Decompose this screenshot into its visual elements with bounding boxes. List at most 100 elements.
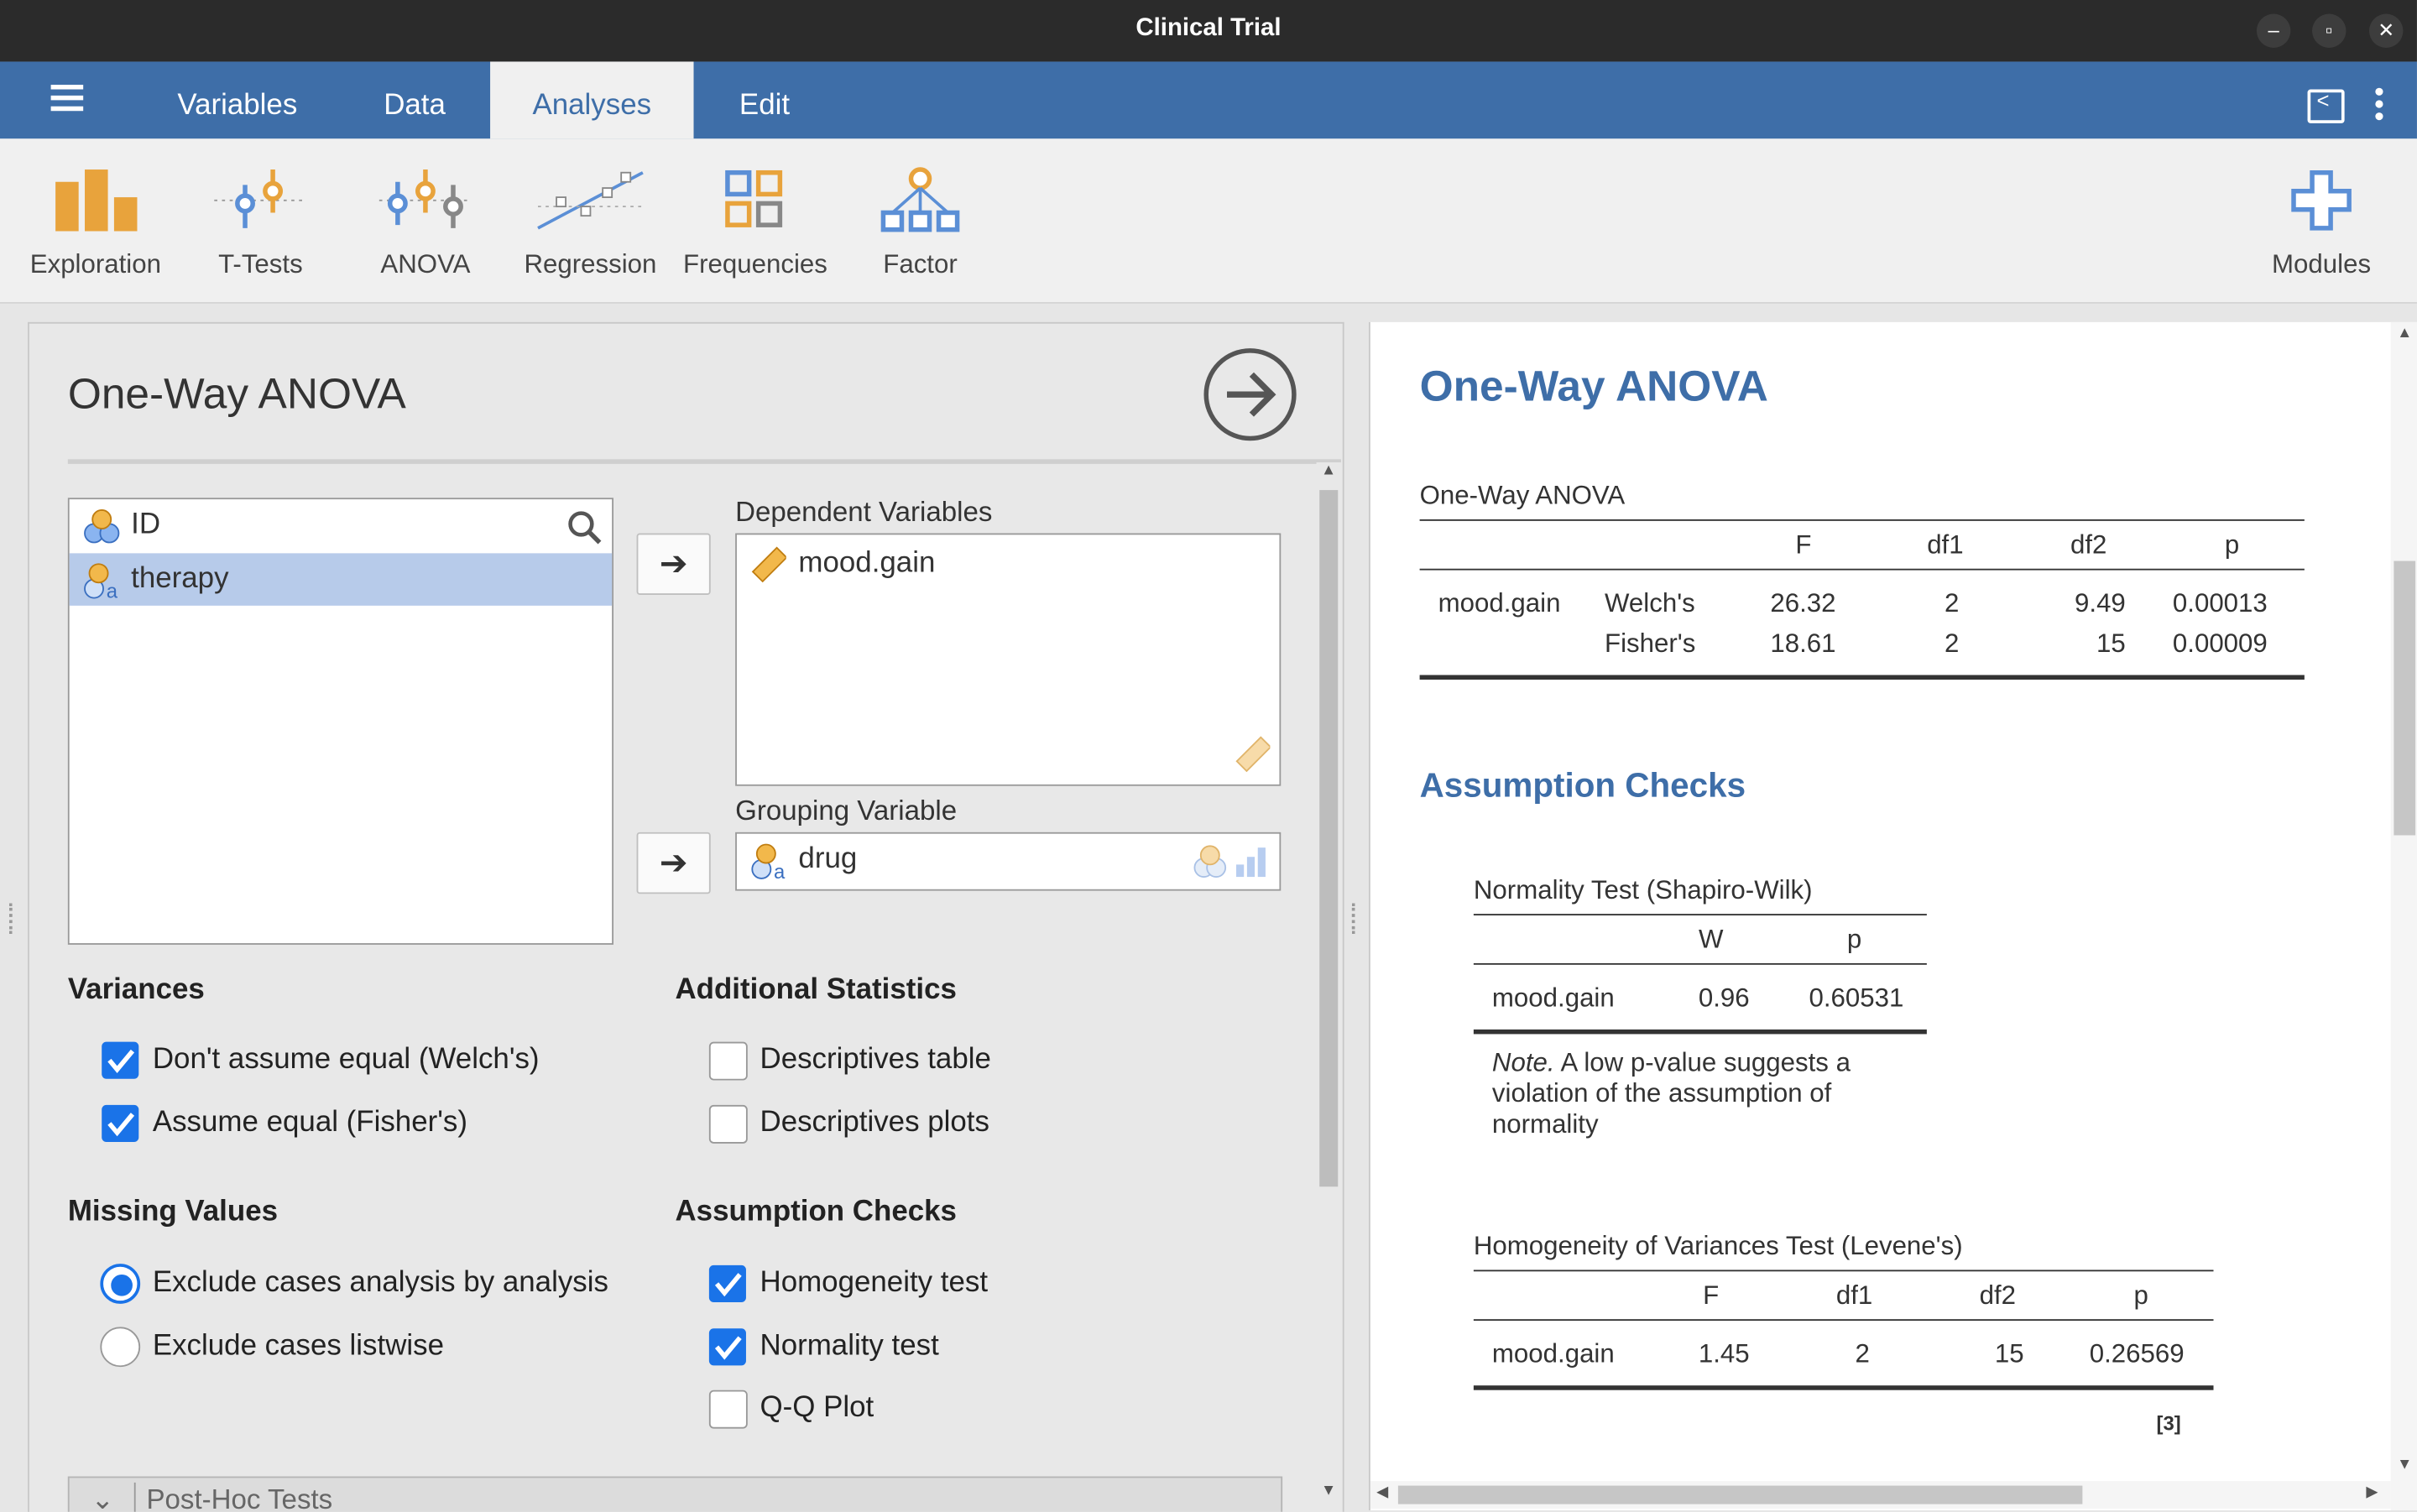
normality-checkbox[interactable]	[708, 1328, 746, 1366]
welch-label: Don't assume equal (Welch's)	[152, 1043, 540, 1077]
search-icon[interactable]	[566, 508, 603, 545]
note-label: Note.	[1491, 1047, 1555, 1077]
variable-item-id[interactable]: ID	[70, 499, 613, 551]
homogeneity-checkbox[interactable]	[708, 1264, 746, 1303]
fisher-checkbox[interactable]	[102, 1104, 139, 1142]
factor-icon	[880, 167, 960, 232]
qq-plot-label: Q-Q Plot	[760, 1391, 874, 1425]
dependent-variables-box[interactable]: mood.gain	[735, 533, 1282, 786]
missing-values-heading: Missing Values	[67, 1196, 279, 1228]
column-header: p	[1846, 925, 1862, 954]
ttests-icon	[214, 169, 307, 228]
run-arrow-button[interactable]	[1203, 348, 1297, 441]
scroll-right-icon[interactable]: ▶	[2366, 1484, 2378, 1501]
additional-statistics-heading: Additional Statistics	[675, 973, 957, 1007]
table-cell-test: Fisher's	[1605, 628, 1696, 659]
results-vertical-scrollbar[interactable]: ▲ ▼	[2390, 321, 2417, 1510]
grouping-variable-box[interactable]: a drug	[735, 832, 1282, 891]
modules-label: Modules	[2272, 249, 2372, 279]
regression-button[interactable]: Regression	[514, 166, 668, 297]
left-splitter-handle[interactable]	[9, 903, 18, 935]
column-header: df2	[2070, 529, 2107, 560]
maximize-button[interactable]: ▫	[2312, 13, 2347, 48]
variable-name: ID	[131, 508, 161, 541]
variable-item-therapy[interactable]: a therapy	[69, 553, 613, 606]
results-mode-icon[interactable]: <	[2307, 88, 2345, 123]
analyses-ribbon: Exploration T-Tests ANOVA Regression Fre…	[0, 138, 2417, 304]
tab-variables[interactable]: Variables	[148, 61, 326, 138]
anova-label: ANOVA	[380, 249, 471, 279]
results-horizontal-scrollbar[interactable]: ◀ ▶	[1370, 1481, 2391, 1509]
options-scrollbar[interactable]: ▲ ▼	[1316, 462, 1341, 1512]
title-divider	[67, 459, 1341, 464]
tab-data[interactable]: Data	[352, 61, 478, 138]
move-to-dependent-button[interactable]: ➔	[636, 533, 711, 595]
scroll-left-icon[interactable]: ◀	[1376, 1484, 1388, 1501]
variances-heading: Variances	[67, 973, 205, 1007]
frequencies-button[interactable]: Frequencies	[678, 166, 833, 297]
regression-label: Regression	[524, 249, 657, 279]
welch-checkbox[interactable]	[102, 1041, 139, 1079]
dependent-variables-label: Dependent Variables	[735, 496, 993, 528]
descriptives-plots-label: Descriptives plots	[760, 1106, 989, 1139]
descriptives-table-checkbox[interactable]	[708, 1041, 748, 1081]
post-hoc-label: Post-Hoc Tests	[146, 1483, 333, 1512]
homogeneity-label: Homogeneity test	[760, 1266, 989, 1300]
scroll-down-icon[interactable]: ▼	[1321, 1483, 1336, 1499]
descriptives-table-label: Descriptives table	[760, 1043, 991, 1077]
anova-button[interactable]: ANOVA	[348, 166, 503, 297]
results-vertical-thumb[interactable]	[2394, 560, 2416, 836]
exclude-analysis-radio[interactable]	[100, 1264, 141, 1304]
table-cell-df1: 2	[1945, 628, 1960, 659]
close-button[interactable]: ✕	[2369, 13, 2404, 48]
qq-plot-checkbox[interactable]	[708, 1389, 748, 1429]
normality-label: Normality test	[760, 1330, 939, 1363]
checkmark-icon	[714, 1273, 742, 1297]
nominal-variable-icon	[84, 509, 120, 544]
scroll-up-icon[interactable]: ▲	[1321, 462, 1336, 479]
plus-icon	[2291, 169, 2352, 231]
scroll-down-icon[interactable]: ▼	[2397, 1457, 2412, 1473]
minimize-button[interactable]: –	[2256, 13, 2291, 48]
ttests-button[interactable]: T-Tests	[184, 166, 338, 297]
center-splitter-handle[interactable]	[1351, 903, 1361, 935]
tab-edit[interactable]: Edit	[713, 61, 817, 138]
svg-text:a: a	[774, 861, 786, 880]
exploration-button[interactable]: Exploration	[18, 166, 173, 297]
table-rule	[1473, 1385, 2214, 1390]
table-cell-df2: 15	[2096, 628, 2126, 659]
table-cell-p: 0.26569	[2089, 1339, 2185, 1369]
menu-icon[interactable]	[50, 95, 84, 101]
dependent-variable-item[interactable]: mood.gain	[737, 538, 1280, 590]
frequencies-icon	[725, 169, 783, 227]
ttests-label: T-Tests	[218, 249, 303, 279]
analysis-options-panel: One-Way ANOVA ID a therapy ➔ ➔ Dependent…	[28, 321, 1344, 1512]
table-rule	[1419, 519, 2305, 521]
factor-button[interactable]: Factor	[843, 166, 998, 297]
results-title: One-Way ANOVA	[1419, 362, 1768, 410]
regression-icon	[537, 171, 644, 230]
title-bar: Clinical Trial – ▫ ✕	[0, 0, 2417, 62]
reference-marker[interactable]: [3]	[2157, 1411, 2181, 1435]
results-panel: One-Way ANOVA One-Way ANOVA F df1 df2 p …	[1368, 321, 2417, 1510]
options-scroll-thumb[interactable]	[1319, 490, 1339, 1187]
table-rule	[1473, 1270, 2214, 1272]
move-to-grouping-button[interactable]: ➔	[636, 832, 711, 894]
results-horizontal-thumb[interactable]	[1397, 1485, 2083, 1504]
variable-list[interactable]: ID a therapy	[67, 498, 614, 945]
table-cell-df1: 2	[1855, 1339, 1870, 1369]
more-options-icon[interactable]	[2375, 87, 2383, 96]
table-cell-test: Welch's	[1605, 588, 1695, 618]
column-header: df1	[1927, 529, 1964, 560]
scroll-up-icon[interactable]: ▲	[2397, 326, 2412, 342]
tab-analyses[interactable]: Analyses	[490, 61, 694, 139]
descriptives-plots-checkbox[interactable]	[708, 1104, 748, 1144]
continuous-variable-hint-icon	[1235, 736, 1271, 773]
checkmark-icon	[714, 1336, 742, 1360]
table-cell-f: 18.61	[1770, 628, 1836, 659]
table-cell-var: mood.gain	[1491, 983, 1615, 1013]
table-cell-p: 0.00013	[2172, 588, 2268, 618]
modules-button[interactable]: Modules	[2244, 166, 2399, 297]
post-hoc-tests-section[interactable]: ⌄ Post-Hoc Tests	[67, 1476, 1283, 1512]
exclude-listwise-radio[interactable]	[100, 1327, 141, 1368]
